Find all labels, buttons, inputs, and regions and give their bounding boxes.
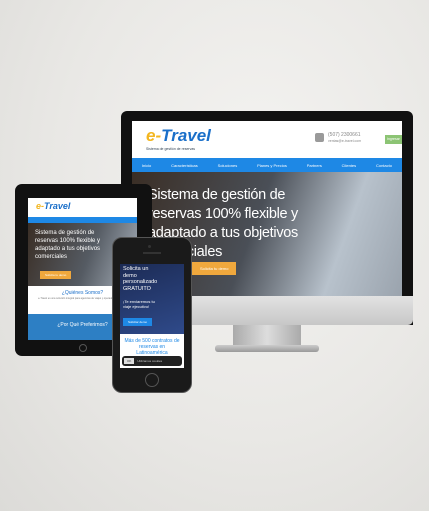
contact-email[interactable]: ventas@e-travel.com (328, 139, 361, 143)
main-nav: Inicio Características Soluciones Planes… (132, 158, 402, 172)
phone-hero-subtitle: ¡Te enviaremos tu viaje ejecutivo! (123, 299, 155, 309)
phone-stat-title: Más de 500 contratos de reservas en Lati… (124, 338, 180, 356)
site-logo[interactable]: e-Travel (146, 126, 211, 146)
site-logo: e-Travel (36, 201, 71, 211)
monitor-base (215, 345, 319, 352)
nav-item[interactable]: Inicio (142, 163, 151, 168)
tablet-hero-title: Sistema de gestión de reservas 100% flex… (35, 230, 101, 260)
monitor-stand (233, 325, 301, 347)
nav-item[interactable]: Soluciones (218, 163, 238, 168)
cookie-toast: OK Utilizamos cookies (122, 356, 182, 366)
tablet-cta-button[interactable]: Solicita tu demo (40, 271, 72, 279)
tagline: Sistema de gestión de reservas (146, 147, 196, 151)
cta-button[interactable]: Solicita tu demo (192, 262, 237, 275)
toast-ok-button[interactable]: OK (124, 358, 135, 364)
phone-screen: Solicita un demo personalizado GRATUITO … (120, 264, 184, 368)
phone-icon (315, 133, 324, 142)
phone-device: Solicita un demo personalizado GRATUITO … (112, 237, 192, 393)
tablet-home-button[interactable] (79, 344, 87, 352)
nav-item[interactable]: Partners (307, 163, 322, 168)
phone-speaker (143, 252, 161, 254)
phone-cta-button[interactable]: Solicitar demo (123, 318, 153, 326)
contact-phone: (507) 2300661 (328, 132, 361, 138)
nav-item[interactable]: Contacto (376, 163, 392, 168)
phone-home-button[interactable] (145, 373, 159, 387)
toast-text: Utilizamos cookies (137, 359, 163, 363)
phone-hero: Solicita un demo personalizado GRATUITO … (120, 264, 184, 334)
nav-item[interactable]: Características (171, 163, 198, 168)
phone-camera (148, 245, 151, 248)
login-button[interactable]: Ingresar (385, 135, 402, 144)
nav-item[interactable]: Planes y Precios (257, 163, 287, 168)
phone-hero-title: Solicita un demo personalizado GRATUITO (123, 266, 158, 292)
nav-item[interactable]: Clientes (342, 163, 356, 168)
